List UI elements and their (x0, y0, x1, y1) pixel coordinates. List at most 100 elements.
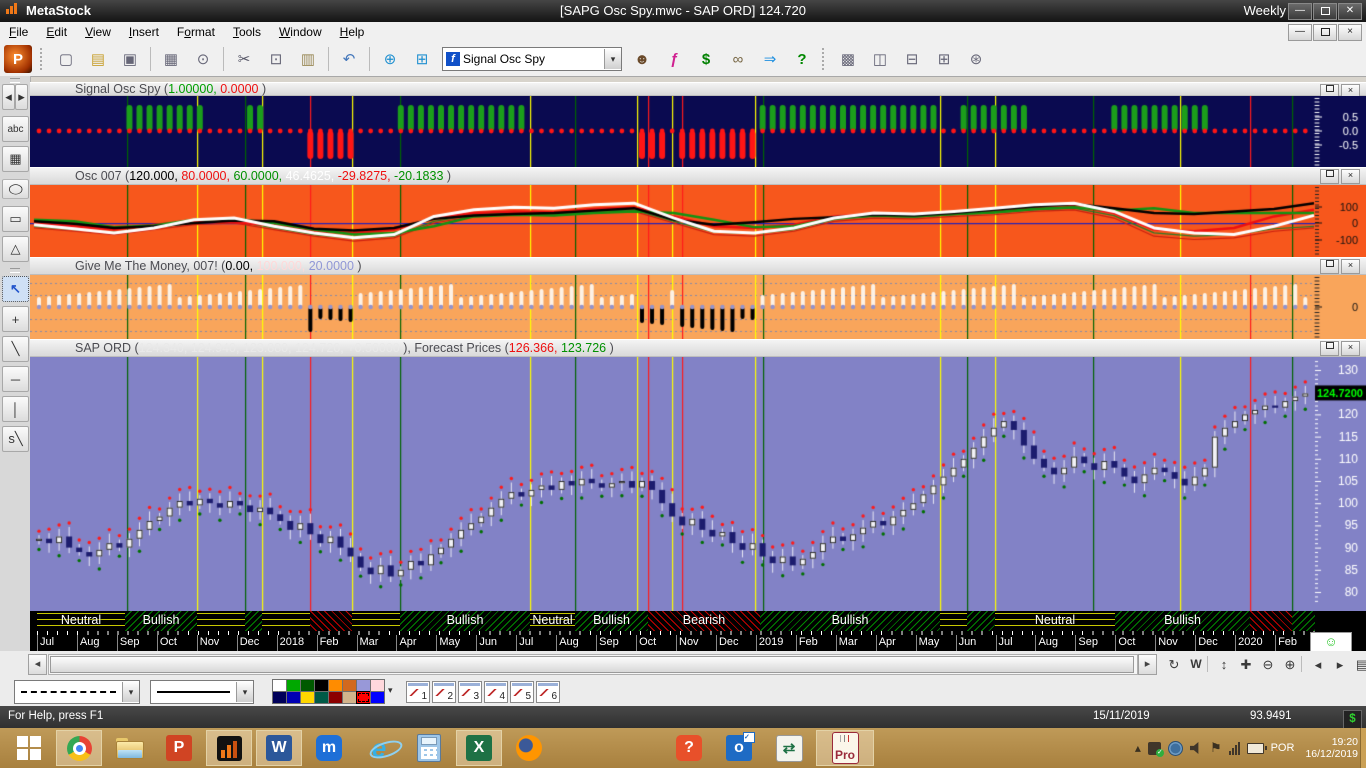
flag-icon[interactable]: ⚑ (1210, 740, 1222, 756)
taskbar-file-explorer[interactable] (106, 730, 152, 766)
panel-close-button[interactable]: × (1341, 169, 1360, 184)
semilog-tool[interactable]: s╲ (2, 426, 29, 452)
child-close-button[interactable]: × (1338, 24, 1362, 41)
palette-dropdown-arrow[interactable]: ▾ (388, 685, 393, 696)
rectangle-tool[interactable]: ▭ (2, 206, 29, 232)
indicator-dropdown[interactable]: fSignal Osc Spy▾ (442, 47, 622, 71)
print-icon[interactable]: ▦ (157, 45, 185, 73)
layout-button-1[interactable]: 1 (406, 681, 430, 703)
taskbar-metastock-pro[interactable]: Pro (816, 730, 874, 766)
scroll-next-button[interactable]: ▸ (1329, 654, 1351, 676)
grid-tool[interactable]: ▦ (2, 146, 29, 172)
vertical-scale-button[interactable]: ↕ (1213, 654, 1235, 676)
color-swatch[interactable] (370, 691, 385, 704)
save-icon[interactable]: ▣ (116, 45, 144, 73)
menu-window[interactable]: Window (270, 22, 331, 39)
ellipse-tool[interactable]: ◯ (2, 179, 29, 199)
color-swatch[interactable] (300, 691, 315, 704)
layout-menu-button[interactable]: ▤ (1351, 654, 1366, 676)
menu-help[interactable]: Help (331, 22, 374, 39)
vertical-line-tool[interactable]: │ (2, 396, 29, 422)
child-minimize-button[interactable]: — (1288, 24, 1312, 41)
menu-view[interactable]: View (76, 22, 120, 39)
language-indicator[interactable]: POR (1271, 742, 1295, 754)
menu-insert[interactable]: Insert (120, 22, 168, 39)
horizontal-line-tool[interactable]: ─ (2, 366, 29, 392)
system-tester-icon[interactable]: $ (692, 45, 720, 73)
price-chart-canvas[interactable] (30, 357, 1366, 611)
panel-restore-button[interactable] (1320, 341, 1339, 356)
panel-restore-button[interactable] (1320, 169, 1339, 184)
menu-format[interactable]: Format (168, 22, 224, 39)
signal-strength-icon[interactable] (1229, 742, 1240, 755)
crosshair-icon[interactable]: ⊕ (376, 45, 404, 73)
taskbar-internet-explorer[interactable]: e (356, 730, 402, 766)
indicator-dropdown-arrow[interactable]: ▾ (604, 49, 621, 69)
tile-horizontal-icon[interactable]: ⊟ (898, 45, 926, 73)
show-desktop-button[interactable] (1360, 728, 1366, 768)
taskbar-powerpoint[interactable]: P (156, 730, 202, 766)
taskbar-help-viewer[interactable]: ? (666, 730, 712, 766)
child-restore-button[interactable] (1313, 24, 1337, 41)
cascade-windows-icon[interactable]: ▩ (834, 45, 862, 73)
layout-button-2[interactable]: 2 (432, 681, 456, 703)
scroll-right[interactable]: ▸ (15, 84, 28, 110)
copy-icon[interactable]: ⊡ (262, 45, 290, 73)
minimize-button[interactable]: — (1288, 3, 1312, 20)
taskbar-maxthon[interactable]: m (306, 730, 352, 766)
trendline-tool[interactable]: ╲ (2, 336, 29, 362)
new-chart-icon[interactable]: ▢ (52, 45, 80, 73)
undo-icon[interactable]: ↶ (335, 45, 363, 73)
metastock-pro-button[interactable]: P (4, 45, 32, 73)
battery-icon[interactable] (1247, 743, 1264, 754)
text-tool[interactable]: abc (2, 116, 29, 142)
scroll-prev-button[interactable]: ◂ (1307, 654, 1329, 676)
tile-windows-icon[interactable]: ⊞ (930, 45, 958, 73)
taskbar-firefox[interactable] (506, 730, 552, 766)
layout-button-3[interactable]: 3 (458, 681, 482, 703)
line-style-dropdown[interactable]: ▾ (14, 680, 140, 704)
scrollbar-left-arrow[interactable]: ◂ (28, 654, 47, 675)
panel-close-button[interactable]: × (1341, 341, 1360, 356)
pan-button[interactable]: ✚ (1235, 654, 1257, 676)
cut-icon[interactable]: ✂ (230, 45, 258, 73)
zoom-out-button[interactable]: ⊖ (1257, 654, 1279, 676)
color-swatch[interactable] (328, 691, 343, 704)
network-icon[interactable] (1168, 741, 1183, 756)
layout-button-5[interactable]: 5 (510, 681, 534, 703)
taskbar-start[interactable] (6, 730, 52, 766)
open-icon[interactable]: ▤ (84, 45, 112, 73)
color-swatch[interactable] (286, 691, 301, 704)
crosshair-tool[interactable]: + (2, 306, 29, 332)
menu-file[interactable]: File (0, 22, 37, 39)
help-pointer-icon[interactable]: ? (788, 45, 816, 73)
indicator-builder-icon[interactable]: ƒ (660, 45, 688, 73)
tray-expand-icon[interactable]: ▴ (1135, 741, 1141, 755)
zoom-in-button[interactable]: ⊕ (1279, 654, 1301, 676)
expert-advisor-icon[interactable]: ☻ (628, 45, 656, 73)
clock[interactable]: 19:2016/12/2019 (1305, 736, 1358, 760)
panel-close-button[interactable]: × (1341, 259, 1360, 274)
color-swatch[interactable] (342, 691, 357, 704)
restore-button[interactable] (1313, 3, 1337, 20)
signal-chart-canvas[interactable] (30, 96, 1366, 167)
pointer-tool[interactable]: ↖ (2, 276, 29, 302)
color-swatch[interactable] (314, 691, 329, 704)
taskbar-metastock[interactable] (206, 730, 252, 766)
scrollbar-thumb[interactable] (50, 656, 1134, 673)
horizontal-scrollbar[interactable] (48, 654, 1138, 675)
taskbar-outlook[interactable]: o✓ (716, 730, 762, 766)
panel-restore-button[interactable] (1320, 259, 1339, 274)
paste-icon[interactable]: ▥ (294, 45, 322, 73)
tile-vertical-icon[interactable]: ◫ (866, 45, 894, 73)
volume-icon[interactable] (1190, 742, 1203, 754)
osc-chart-canvas[interactable] (30, 185, 1366, 257)
scroll-left[interactable]: ◂ (2, 84, 15, 110)
taskbar-calculator[interactable] (406, 730, 452, 766)
taskbar-excel[interactable]: X (456, 730, 502, 766)
layout-button-4[interactable]: 4 (484, 681, 508, 703)
taskbar-word[interactable]: W (256, 730, 302, 766)
close-button[interactable]: ✕ (1338, 3, 1362, 20)
color-swatch[interactable] (356, 691, 371, 704)
downloader-icon[interactable]: ⇒ (756, 45, 784, 73)
